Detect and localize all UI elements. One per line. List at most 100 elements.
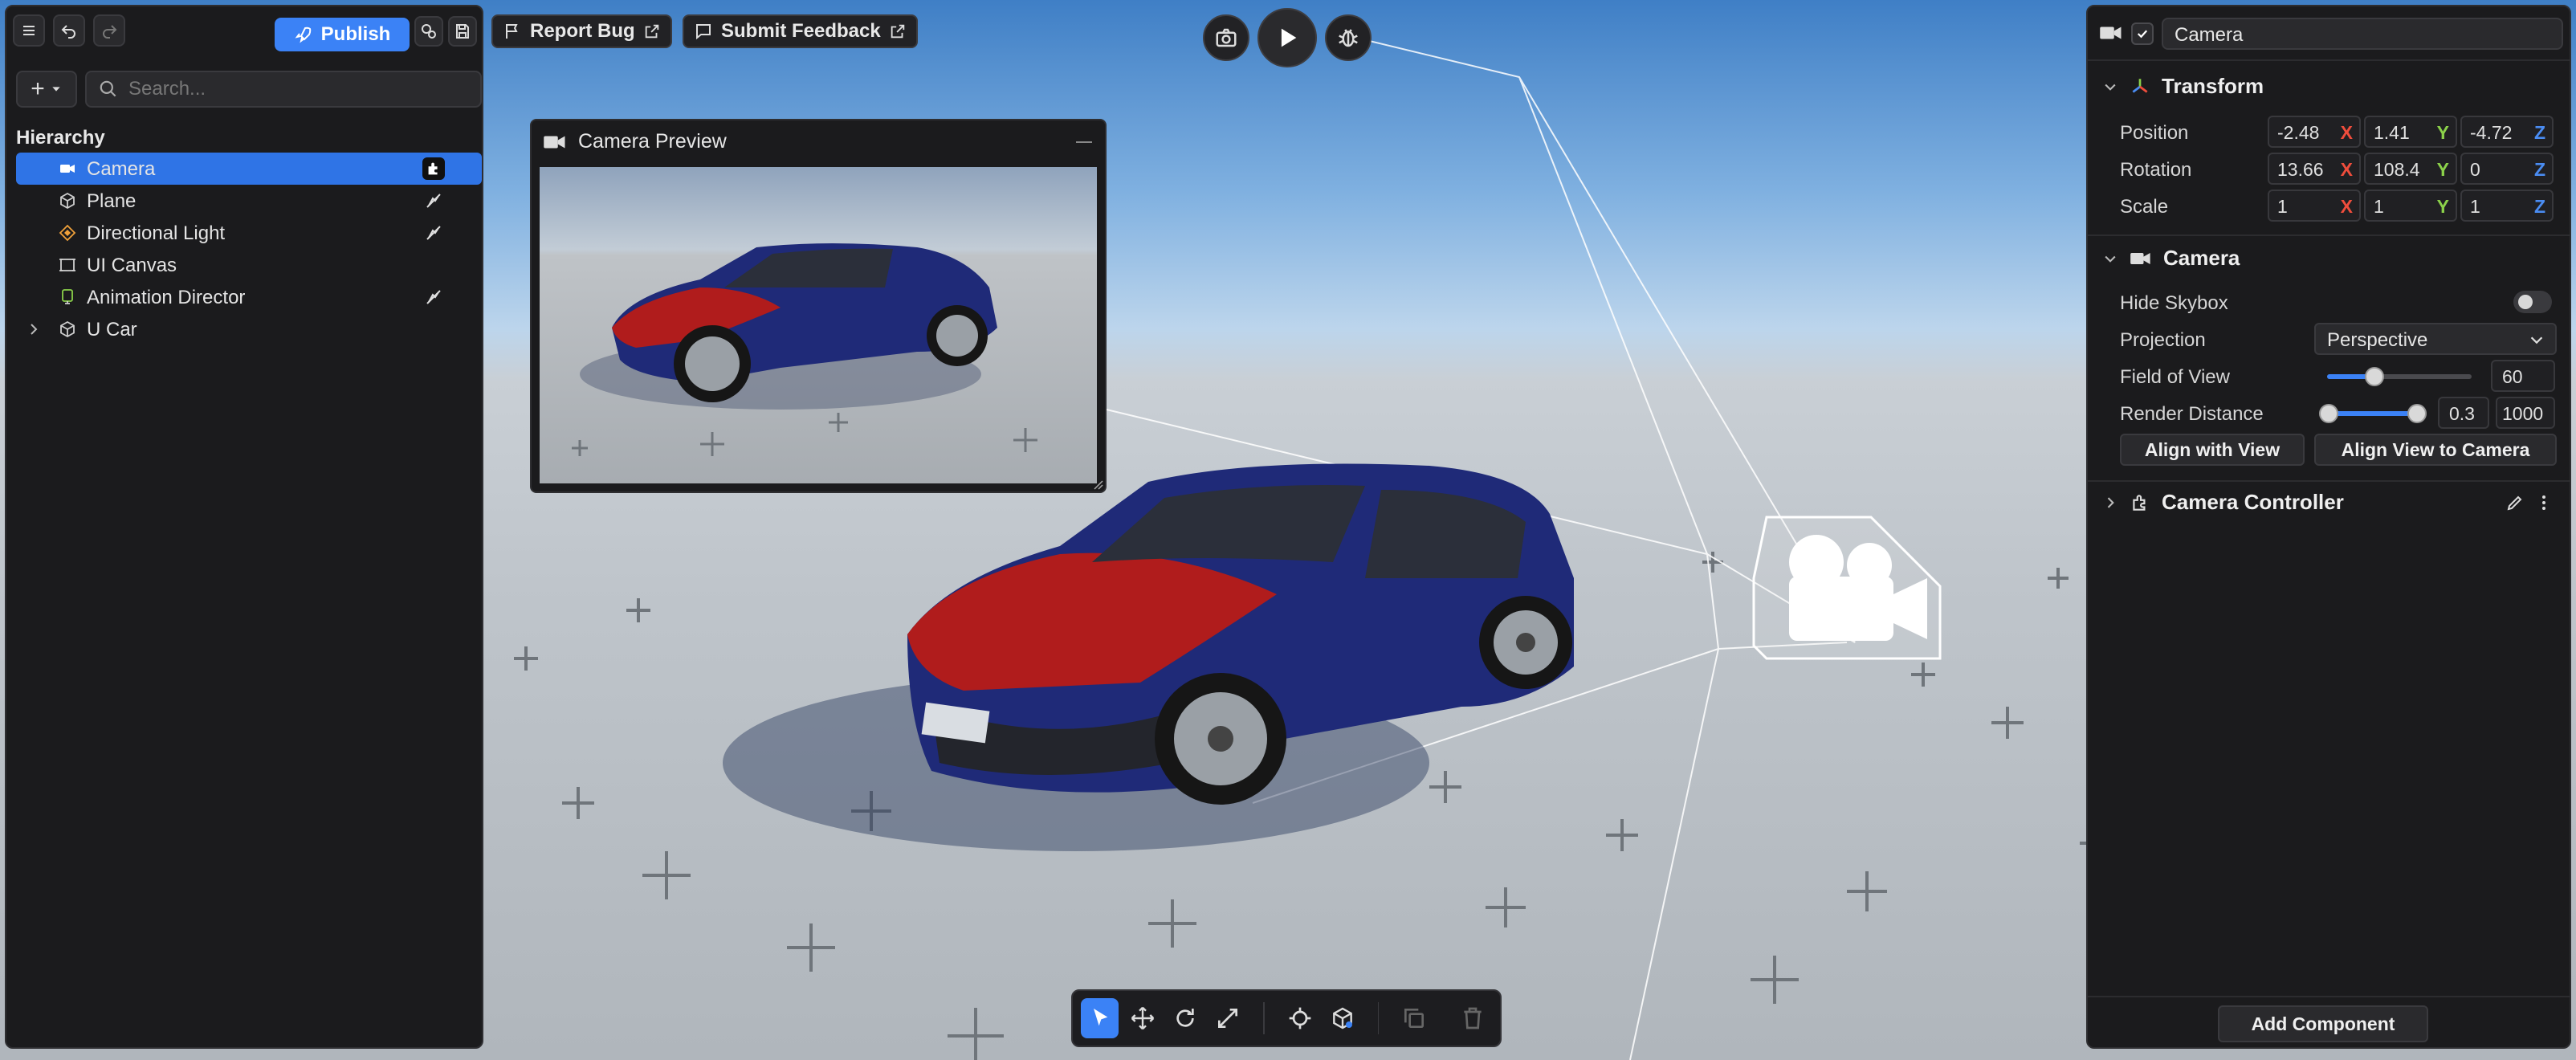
camera-capture-icon	[1216, 28, 1237, 47]
render-distance-near-knob[interactable]	[2319, 404, 2338, 423]
static-off-icon	[426, 290, 441, 304]
pivot-button[interactable]	[1281, 998, 1319, 1038]
search-input[interactable]	[128, 78, 466, 100]
submit-feedback-button[interactable]: Submit Feedback	[683, 14, 918, 48]
align-view-to-camera-button[interactable]: Align View to Camera	[2314, 434, 2557, 466]
hierarchy-item-camera[interactable]: Camera	[16, 153, 482, 185]
local-global-button[interactable]	[1323, 998, 1361, 1038]
hide-skybox-toggle[interactable]	[2513, 291, 2552, 313]
inspector-panel: Camera Transform Position -2.48 X 1.41 Y -…	[2086, 5, 2571, 1049]
position-z-value: -4.72	[2470, 122, 2513, 143]
fov-input[interactable]: 60	[2491, 360, 2555, 392]
cube-icon	[60, 192, 75, 210]
chevron-right-icon[interactable]	[24, 320, 43, 339]
hierarchy-item-label: Camera	[87, 158, 156, 180]
build-settings-button[interactable]	[414, 16, 443, 47]
render-far-input[interactable]: 1000	[2496, 397, 2555, 429]
fov-slider[interactable]	[2327, 367, 2472, 386]
axis-z-label: Z	[2533, 196, 2545, 217]
more-vertical-icon[interactable]	[2539, 493, 2549, 512]
redo-button[interactable]	[93, 14, 125, 47]
scale-x-field[interactable]: 1X	[2268, 190, 2361, 222]
hierarchy-item-directional-light[interactable]: Directional Light	[16, 217, 482, 249]
hamburger-icon	[23, 26, 35, 35]
chat-icon	[696, 24, 711, 40]
axis-y-label: Y	[2436, 159, 2449, 180]
trash-icon	[1464, 1007, 1482, 1029]
move-icon	[1131, 1006, 1155, 1030]
menu-button[interactable]	[13, 14, 45, 47]
add-object-button[interactable]: +	[16, 71, 77, 108]
director-icon	[62, 289, 73, 304]
report-bug-button[interactable]: Report Bug	[491, 14, 672, 48]
hierarchy-item-plane[interactable]: Plane	[16, 185, 482, 217]
pointer-icon	[1093, 1009, 1107, 1026]
position-x-field[interactable]: -2.48 X	[2268, 116, 2361, 148]
rotation-y-field[interactable]: 108.4 Y	[2364, 153, 2457, 185]
light-icon	[59, 224, 76, 242]
hierarchy-item-script-badge[interactable]	[422, 157, 445, 180]
hierarchy-item-static-badge[interactable]	[422, 222, 445, 244]
hierarchy-item-ui-canvas[interactable]: UI Canvas	[16, 249, 482, 281]
move-tool-button[interactable]	[1123, 998, 1161, 1038]
rotate-tool-button[interactable]	[1167, 998, 1204, 1038]
camera-preview-window[interactable]: Camera Preview	[530, 119, 1107, 493]
hierarchy-search[interactable]	[85, 71, 482, 108]
render-near-input[interactable]: 0.3	[2438, 397, 2489, 429]
save-button[interactable]	[448, 16, 477, 47]
camera-controller-section-header[interactable]: Camera Controller	[2102, 490, 2344, 515]
hierarchy-title: Hierarchy	[16, 127, 105, 149]
position-y-field[interactable]: 1.41 Y	[2364, 116, 2457, 148]
scale-tool-button[interactable]	[1209, 998, 1247, 1038]
resize-handle-icon[interactable]	[1092, 479, 1103, 490]
hierarchy-item-static-badge[interactable]	[422, 190, 445, 212]
undo-button[interactable]	[53, 14, 85, 47]
scale-z-field[interactable]: 1Z	[2460, 190, 2554, 222]
rotation-x-field[interactable]: 13.66 X	[2268, 153, 2361, 185]
flag-icon	[506, 24, 518, 39]
external-link-icon	[891, 24, 904, 39]
hierarchy-item-u-car[interactable]: U Car	[16, 313, 482, 345]
debug-button[interactable]	[1325, 14, 1372, 61]
scale-label: Scale	[2120, 196, 2169, 218]
scale-y-field[interactable]: 1Y	[2364, 190, 2457, 222]
build-icon	[422, 24, 436, 39]
scale-x-value: 1	[2277, 196, 2288, 217]
car-model[interactable]	[907, 463, 1574, 805]
rotate-icon	[1176, 1009, 1194, 1027]
position-z-field[interactable]: -4.72 Z	[2460, 116, 2554, 148]
puzzle-icon	[2133, 494, 2146, 511]
projection-select[interactable]: Perspective	[2314, 323, 2557, 355]
edit-icon[interactable]	[2505, 493, 2525, 512]
screenshot-button[interactable]	[1203, 14, 1249, 61]
object-active-checkbox[interactable]	[2131, 22, 2154, 45]
delete-button[interactable]	[1454, 998, 1492, 1038]
hierarchy-item-static-badge[interactable]	[422, 286, 445, 308]
hierarchy-item-label: Animation Director	[87, 287, 246, 308]
camera-gizmo-icon[interactable]	[1752, 516, 1942, 660]
camera-section-header[interactable]: Camera	[2102, 246, 2240, 271]
hierarchy-item-animation-director[interactable]: Animation Director	[16, 281, 482, 313]
publish-button[interactable]: Publish	[275, 18, 410, 51]
transform-section-header[interactable]: Transform	[2102, 74, 2264, 99]
fov-slider-knob[interactable]	[2365, 367, 2385, 386]
camera-preview-title: Camera Preview	[578, 130, 727, 153]
toolbar-divider	[1377, 1002, 1380, 1034]
duplicate-button[interactable]	[1395, 998, 1433, 1038]
axis-y-label: Y	[2436, 122, 2449, 143]
add-component-button[interactable]: Add Component	[2218, 1005, 2428, 1042]
plus-icon: +	[31, 75, 45, 102]
render-distance-slider[interactable]	[2319, 404, 2427, 423]
align-with-view-button[interactable]: Align with View	[2120, 434, 2305, 466]
render-distance-far-knob[interactable]	[2407, 404, 2427, 423]
select-tool-button[interactable]	[1081, 998, 1119, 1038]
projection-label: Projection	[2120, 329, 2206, 351]
rotation-z-field[interactable]: 0Z	[2460, 153, 2554, 185]
object-name-field[interactable]: Camera	[2162, 18, 2563, 50]
play-button[interactable]	[1257, 8, 1317, 67]
rocket-icon	[295, 26, 311, 43]
hierarchy-list: Camera Plane Directional Light UI Canvas	[16, 153, 482, 345]
minimize-icon[interactable]	[1074, 140, 1094, 145]
axis-y-label: Y	[2436, 196, 2449, 217]
chevron-right-icon	[2107, 496, 2114, 508]
